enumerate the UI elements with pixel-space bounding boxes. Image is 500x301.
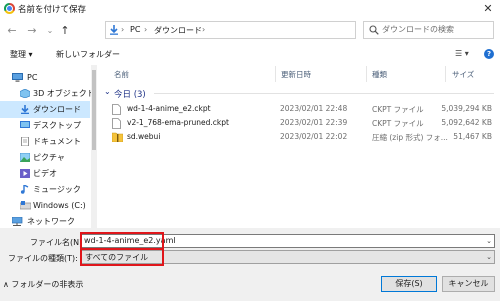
sidebar-item-label: PC bbox=[27, 73, 38, 82]
breadcrumb-pc[interactable]: PC bbox=[130, 25, 140, 34]
sidebar-item-label: デスクトップ bbox=[33, 121, 81, 130]
search-input[interactable] bbox=[382, 25, 490, 34]
sidebar-item-pc[interactable]: PC bbox=[0, 69, 90, 86]
zip-folder-icon bbox=[112, 132, 123, 143]
up-button[interactable]: ↑ bbox=[58, 24, 72, 38]
new-folder-button[interactable]: 新しいフォルダー bbox=[56, 49, 120, 60]
videos-icon bbox=[20, 169, 30, 178]
search-box[interactable] bbox=[363, 21, 494, 39]
sidebar-scrollbar-thumb[interactable] bbox=[92, 70, 96, 150]
highlight-box bbox=[80, 248, 164, 266]
address-bar[interactable]: › PC › ダウンロード › ⌄ ↻ bbox=[105, 21, 451, 39]
search-icon bbox=[369, 25, 379, 35]
sidebar-item-music[interactable]: ミュージック bbox=[0, 181, 90, 198]
close-button[interactable]: ✕ bbox=[479, 1, 497, 17]
file-type: 圧縮 (zip 形式) フォ... bbox=[372, 133, 448, 142]
column-header-date[interactable]: 更新日時 bbox=[281, 69, 311, 80]
download-icon bbox=[20, 105, 30, 114]
organize-button[interactable]: 整理 ▾ bbox=[10, 49, 33, 60]
view-options-button[interactable]: ☰ ▾ bbox=[455, 49, 469, 58]
cancel-button[interactable]: キャンセル bbox=[442, 276, 495, 292]
desktop-icon bbox=[20, 121, 30, 130]
file-icon bbox=[112, 104, 121, 115]
chrome-logo-icon bbox=[4, 3, 15, 14]
group-collapse-icon[interactable]: ⌄ bbox=[104, 87, 111, 96]
file-row[interactable]: sd.webui 2023/02/01 22:02 圧縮 (zip 形式) フォ… bbox=[98, 131, 494, 144]
window-title: 名前を付けて保存 bbox=[18, 5, 87, 15]
recent-locations-button[interactable]: ⌄ bbox=[43, 24, 57, 38]
column-divider[interactable] bbox=[275, 66, 276, 82]
sidebar-item-downloads[interactable]: ダウンロード bbox=[0, 101, 90, 118]
sidebar-item-pictures[interactable]: ピクチャ bbox=[0, 149, 90, 166]
column-header-name[interactable]: 名前 bbox=[114, 69, 129, 80]
hide-folders-toggle[interactable]: ∧ フォルダーの非表示 bbox=[3, 279, 83, 290]
sidebar-item-label: ビデオ bbox=[33, 169, 57, 178]
save-button[interactable]: 保存(S) bbox=[381, 276, 437, 292]
sidebar-item-documents[interactable]: ドキュメント bbox=[0, 133, 90, 150]
breadcrumb-sep-icon: › bbox=[121, 25, 125, 34]
sidebar-item-drive-c[interactable]: Windows (C:) bbox=[0, 197, 90, 214]
file-type: CKPT ファイル bbox=[372, 119, 424, 128]
column-header-size[interactable]: サイズ bbox=[452, 69, 474, 80]
sidebar-item-label: ダウンロード bbox=[33, 105, 81, 114]
file-row[interactable]: v2-1_768-ema-pruned.ckpt 2023/02/01 22:3… bbox=[98, 117, 494, 130]
sidebar-item-label: 3D オブジェクト bbox=[33, 89, 95, 98]
filetype-label: ファイルの種類(T): bbox=[8, 254, 78, 263]
breadcrumb-downloads[interactable]: ダウンロード bbox=[154, 25, 202, 36]
file-type: CKPT ファイル bbox=[372, 105, 424, 114]
forward-button[interactable]: → bbox=[25, 24, 39, 38]
pc-icon bbox=[12, 73, 23, 82]
column-divider[interactable] bbox=[445, 66, 446, 82]
documents-icon bbox=[20, 137, 30, 146]
file-name: wd-1-4-anime_e2.ckpt bbox=[127, 104, 211, 113]
help-button[interactable]: ? bbox=[484, 49, 494, 59]
file-size: 5,092,642 KB bbox=[441, 118, 492, 127]
column-header-type[interactable]: 種類 bbox=[372, 69, 387, 80]
3d-objects-icon bbox=[20, 89, 30, 98]
file-date: 2023/02/01 22:02 bbox=[280, 132, 348, 141]
drive-icon bbox=[20, 201, 31, 210]
file-size: 51,467 KB bbox=[453, 132, 492, 141]
file-row[interactable]: wd-1-4-anime_e2.ckpt 2023/02/01 22:48 CK… bbox=[98, 103, 494, 116]
file-date: 2023/02/01 22:48 bbox=[280, 104, 348, 113]
pictures-icon bbox=[20, 153, 30, 162]
file-list bbox=[97, 65, 500, 228]
file-icon bbox=[112, 118, 121, 129]
filename-label: ファイル名(N): bbox=[30, 238, 85, 247]
back-button[interactable]: ← bbox=[5, 24, 19, 38]
sidebar-item-label: Windows (C:) bbox=[33, 201, 86, 210]
music-icon bbox=[20, 185, 30, 194]
file-size: 5,039,294 KB bbox=[441, 104, 492, 113]
download-folder-icon bbox=[109, 25, 119, 35]
sidebar-item-label: ドキュメント bbox=[33, 137, 81, 146]
sidebar-item-videos[interactable]: ビデオ bbox=[0, 165, 90, 182]
sidebar-item-label: ピクチャ bbox=[33, 153, 65, 162]
group-divider bbox=[154, 93, 494, 94]
file-name: v2-1_768-ema-pruned.ckpt bbox=[127, 118, 229, 127]
sidebar-item-desktop[interactable]: デスクトップ bbox=[0, 117, 90, 134]
file-date: 2023/02/01 22:39 bbox=[280, 118, 348, 127]
sidebar-item-label: ミュージック bbox=[33, 185, 81, 194]
group-header-today[interactable]: 今日 (3) bbox=[114, 88, 146, 100]
column-divider[interactable] bbox=[366, 66, 367, 82]
chevron-down-icon[interactable]: ⌄ bbox=[486, 235, 492, 247]
file-name: sd.webui bbox=[127, 132, 161, 141]
breadcrumb-sep-icon: › bbox=[144, 25, 148, 34]
chevron-down-icon[interactable]: ⌄ bbox=[486, 251, 492, 263]
network-icon bbox=[12, 217, 23, 226]
breadcrumb-sep-icon: › bbox=[202, 25, 206, 34]
sidebar-item-3d-objects[interactable]: 3D オブジェクト bbox=[0, 85, 95, 102]
navigation-pane: PC 3D オブジェクト ダウンロード デスクトップ ドキュメント ピクチャ ビ… bbox=[0, 65, 96, 228]
